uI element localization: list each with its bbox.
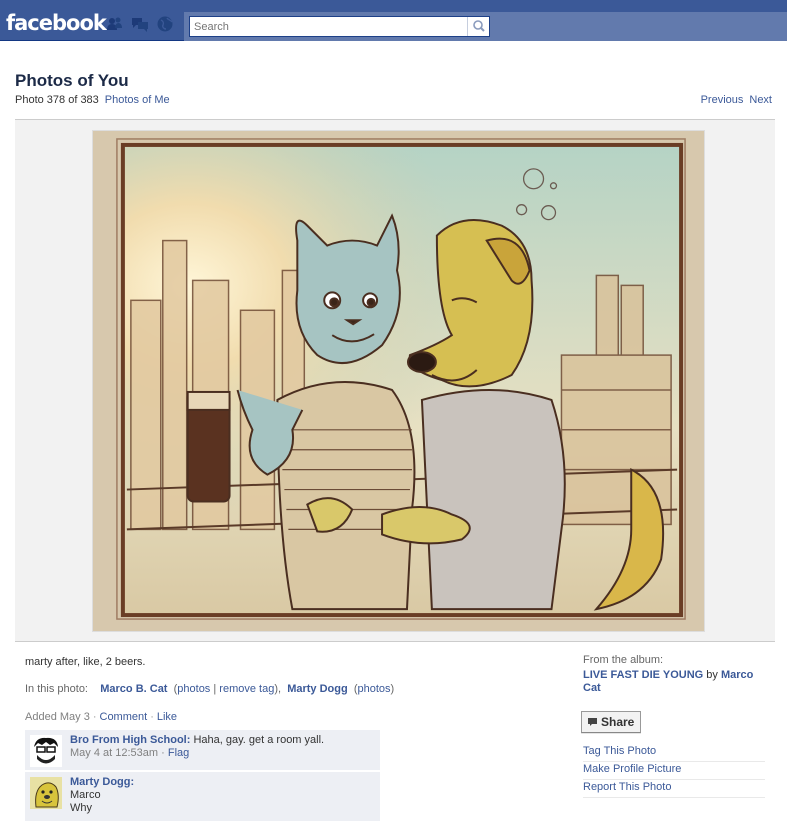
notifications-globe-icon[interactable] xyxy=(156,15,174,33)
photo-caption: marty after, like, 2 beers. xyxy=(25,656,146,668)
added-line: Added May 3 · Comment · Like xyxy=(25,711,177,723)
messages-icon[interactable] xyxy=(131,15,149,33)
photo-count: Photo 378 of 383 Photos of Me xyxy=(15,94,170,106)
remove-tag-link[interactable]: remove tag xyxy=(219,683,274,695)
tag-this-photo-link[interactable]: Tag This Photo xyxy=(583,745,656,757)
avatar[interactable] xyxy=(30,777,62,809)
make-profile-picture-row: Make Profile Picture xyxy=(583,762,765,780)
in-this-photo-label: In this photo: xyxy=(25,683,88,695)
comment-body: Bro From High School: Haha, gay. get a r… xyxy=(70,734,324,760)
added-date: Added May 3 xyxy=(25,711,90,723)
like-link[interactable]: Like xyxy=(157,711,177,723)
tag-marco-b-cat[interactable]: Marco B. Cat xyxy=(100,683,167,695)
make-profile-picture-link[interactable]: Make Profile Picture xyxy=(583,763,681,775)
album-label: From the album: xyxy=(583,654,664,666)
top-navigation-bar: facebook xyxy=(0,0,787,41)
paren-close: ) xyxy=(390,683,395,695)
share-icon xyxy=(588,718,597,726)
in-this-photo: In this photo: Marco B. Cat (photos | re… xyxy=(25,683,394,695)
search-box[interactable] xyxy=(189,16,490,37)
flag-link[interactable]: Flag xyxy=(168,747,189,759)
comment-body: Marty Dogg: Marco Why xyxy=(70,776,134,815)
friends-requests-icon[interactable] xyxy=(106,15,124,33)
comment-link[interactable]: Comment xyxy=(100,711,148,723)
search-input[interactable] xyxy=(190,17,467,36)
comment-time: May 4 at 12:53am xyxy=(70,747,159,759)
tag-marco-photos-link[interactable]: photos xyxy=(177,683,210,695)
share-button[interactable]: Share xyxy=(581,711,641,733)
tag-this-photo-row: Tag This Photo xyxy=(583,744,765,762)
photo-position-text: Photo 378 of 383 xyxy=(15,94,99,106)
separator: | xyxy=(210,683,220,695)
photo-image[interactable] xyxy=(92,130,705,632)
paren-close: ), xyxy=(274,683,282,695)
comment-author[interactable]: Marty Dogg: xyxy=(70,776,134,788)
search-button[interactable] xyxy=(467,17,489,36)
facebook-logo[interactable]: facebook xyxy=(6,11,107,35)
share-label: Share xyxy=(601,715,635,729)
tag-marty-photos-link[interactable]: photos xyxy=(357,683,390,695)
previous-link[interactable]: Previous xyxy=(701,94,744,106)
dot-separator: · xyxy=(92,711,97,723)
photo-pager: Previous Next xyxy=(695,94,772,106)
album-line: LIVE FAST DIE YOUNG by Marco Cat xyxy=(583,669,768,695)
report-photo-row: Report This Photo xyxy=(583,780,765,798)
comment-text-line: Why xyxy=(70,802,92,814)
comment-text: Haha, gay. get a room yall. xyxy=(190,734,325,746)
next-link[interactable]: Next xyxy=(749,94,772,106)
dot-separator: · xyxy=(158,747,168,759)
album-name-link[interactable]: LIVE FAST DIE YOUNG xyxy=(583,669,703,681)
comment-text-line: Marco xyxy=(70,789,101,801)
photos-of-me-link[interactable]: Photos of Me xyxy=(105,94,170,106)
search-icon xyxy=(473,20,485,32)
album-by: by xyxy=(703,669,721,681)
avatar[interactable] xyxy=(30,735,62,767)
tag-marty-dogg[interactable]: Marty Dogg xyxy=(287,683,348,695)
comment-item: Bro From High School: Haha, gay. get a r… xyxy=(25,730,380,770)
report-photo-link[interactable]: Report This Photo xyxy=(583,781,671,793)
comment-author[interactable]: Bro From High School: xyxy=(70,734,190,746)
page-title: Photos of You xyxy=(15,71,129,90)
comment-item: Marty Dogg: Marco Why xyxy=(25,772,380,821)
photo-stage xyxy=(15,119,775,642)
dot-separator: · xyxy=(150,711,154,723)
